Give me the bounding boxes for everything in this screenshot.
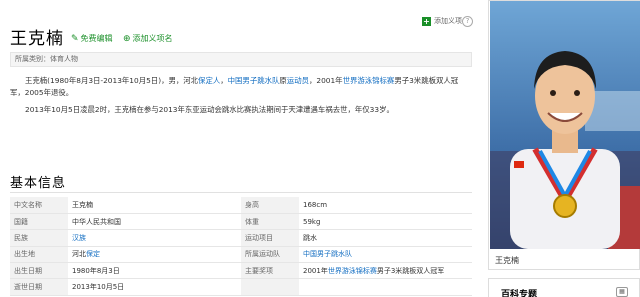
basic-info-title: 基本信息	[10, 176, 67, 191]
info-key: 出生日期	[10, 262, 68, 280]
summary-link[interactable]: 中国男子跳水队	[228, 76, 280, 85]
info-value: 168cm	[299, 197, 472, 214]
summary-paragraph-2: 2013年10月5日凌晨2时，王克楠在参与2013年东亚运动会跳水比赛执法期间于…	[25, 105, 394, 114]
info-key: 主要奖项	[241, 262, 299, 280]
edit-button[interactable]: ✎ 免费编辑	[71, 33, 113, 44]
summary-text: 王克楠(1980年8月3日-2013年10月5日)，男，河北	[25, 76, 199, 85]
baike-topic-panel: 百科专题 ▦	[488, 278, 640, 297]
edit-label: 免费编辑	[80, 34, 113, 43]
info-value-text: 王克楠	[72, 200, 93, 209]
table-row: 国籍 中华人民共和国 体重 59kg	[10, 213, 472, 231]
info-value: 河北保定	[68, 246, 241, 264]
info-value: 汉族	[68, 229, 241, 247]
add-meaning-label: 添加义项名	[132, 34, 173, 43]
table-row: 出生地 河北保定 所属运动队 中国男子跳水队	[10, 246, 472, 264]
info-key: 民族	[10, 229, 68, 247]
add-meaning-top-button[interactable]: + 添加义项	[422, 16, 462, 26]
info-value-link[interactable]: 保定	[86, 250, 100, 258]
info-value: 跳水	[299, 229, 472, 247]
pencil-icon: ✎	[71, 33, 79, 44]
summary-link[interactable]: 世界游泳锦标赛	[343, 76, 395, 85]
info-key: 体重	[241, 213, 299, 231]
info-value: 59kg	[299, 213, 472, 231]
table-row: 中文名称 王克楠 身高 168cm	[10, 197, 472, 214]
info-value-link[interactable]: 中国男子跳水队	[303, 250, 352, 258]
info-key	[241, 278, 299, 296]
info-key: 中文名称	[10, 197, 68, 214]
info-key: 国籍	[10, 213, 68, 231]
info-value-text: 2001年	[303, 266, 328, 275]
table-row: 民族 汉族 运动项目 跳水	[10, 229, 472, 247]
info-value-link[interactable]: 汉族	[72, 234, 86, 242]
athlete-photo[interactable]	[490, 1, 640, 249]
info-key: 运动项目	[241, 229, 299, 247]
help-icon[interactable]: ?	[462, 16, 473, 27]
info-value: 2001年世界游泳锦标赛男子3米跳板双人冠军	[299, 262, 472, 280]
summary-text: 原	[279, 76, 287, 85]
info-key: 出生地	[10, 246, 68, 264]
info-key: 身高	[241, 197, 299, 214]
info-value: 中华人民共和国	[68, 213, 241, 231]
info-value: 1980年8月3日	[68, 262, 241, 280]
photo-caption: 王克楠	[495, 256, 519, 265]
summary-link[interactable]: 运动员	[287, 76, 309, 85]
info-value-text: 1980年8月3日	[72, 266, 120, 275]
basic-info-table: 中文名称 王克楠 身高 168cm 国籍 中华人民共和国 体重 59kg 民族 汉族 运动项目 跳水出…	[10, 197, 472, 296]
plus-icon: +	[422, 16, 431, 26]
info-value-text: 跳水	[303, 233, 317, 242]
info-value	[299, 278, 472, 296]
summary-link[interactable]: 保定人	[198, 76, 220, 85]
summary-paragraph-1: 王克楠(1980年8月3日-2013年10月5日)，男，河北保定人，中国男子跳水…	[10, 75, 472, 99]
info-value-text: 59kg	[303, 217, 321, 226]
add-top-label: 添加义项	[434, 17, 462, 25]
info-key: 逝世日期	[10, 278, 68, 296]
summary: 王克楠(1980年8月3日-2013年10月5日)，男，河北保定人，中国男子跳水…	[10, 75, 472, 121]
info-value: 王克楠	[68, 197, 241, 214]
info-value-text: 河北	[72, 250, 86, 259]
add-circle-icon: ⊕	[123, 33, 131, 44]
category-bar: 所属类别：体育人物	[10, 52, 472, 67]
info-value: 2013年10月5日	[68, 278, 241, 296]
summary-text: ，2001年	[308, 76, 343, 85]
info-value: 中国男子跳水队	[299, 246, 472, 264]
info-key: 所属运动队	[241, 246, 299, 264]
info-value-text: 中华人民共和国	[72, 217, 121, 226]
grid-icon[interactable]: ▦	[616, 287, 628, 297]
image-panel: 王克楠	[488, 0, 640, 270]
info-value-link[interactable]: 世界游泳锦标赛	[328, 267, 377, 275]
add-meaning-button[interactable]: ⊕ 添加义项名	[123, 33, 173, 44]
section-divider	[10, 192, 472, 193]
info-value-text: 男子3米跳板双人冠军	[376, 266, 445, 275]
info-value-text: 168cm	[303, 200, 328, 209]
baike-topic-title: 百科专题	[501, 290, 538, 297]
table-row: 逝世日期 2013年10月5日	[10, 278, 472, 296]
summary-text: ，	[220, 76, 228, 85]
page-title: 王克楠	[10, 29, 64, 49]
info-value-text: 2013年10月5日	[72, 283, 125, 292]
table-row: 出生日期 1980年8月3日 主要奖项 2001年世界游泳锦标赛男子3米跳板双人冠军	[10, 262, 472, 280]
